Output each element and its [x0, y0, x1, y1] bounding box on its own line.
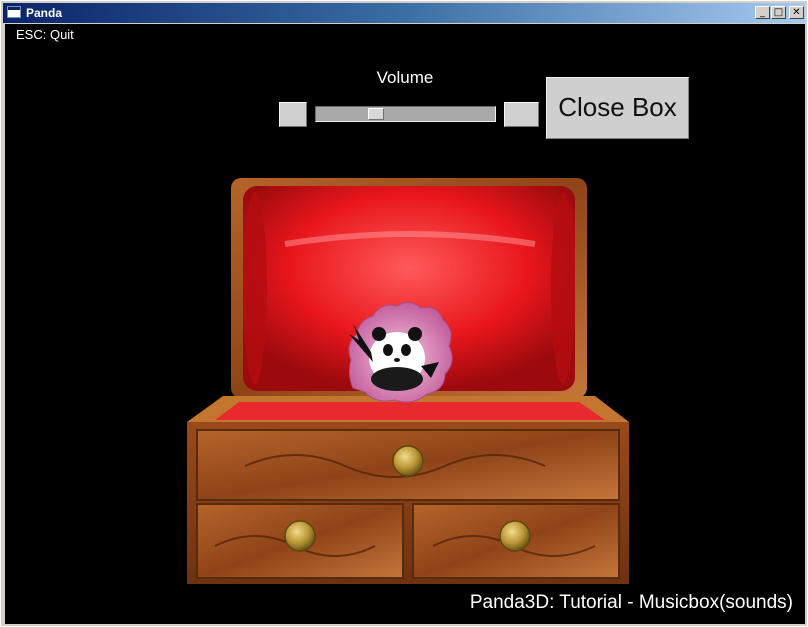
- volume-slider[interactable]: [315, 106, 496, 122]
- volume-label: Volume: [376, 68, 434, 87]
- minimize-button[interactable]: _: [755, 6, 770, 19]
- top-drawer-knob: [392, 445, 424, 477]
- tutorial-caption: Panda3D: Tutorial - Musicbox(sounds): [469, 592, 793, 613]
- render-viewport: ESC: Quit Volume Close Box Panda3D: Tuto…: [5, 24, 805, 624]
- minimize-icon: _: [760, 7, 765, 18]
- box-body: [187, 422, 629, 584]
- maximize-button[interactable]: □: [771, 6, 786, 19]
- volume-decrease-button[interactable]: [279, 102, 307, 127]
- esc-hint: ESC: Quit: [16, 27, 74, 42]
- volume-slider-thumb[interactable]: [368, 108, 384, 120]
- left-drawer-knob: [284, 520, 316, 552]
- right-drawer-knob: [499, 520, 531, 552]
- volume-increase-button[interactable]: [504, 102, 539, 127]
- close-icon: ✕: [792, 7, 801, 18]
- music-box: [187, 178, 629, 584]
- title-bar[interactable]: Panda _ □ ✕: [3, 3, 805, 23]
- window-title: Panda: [26, 6, 63, 20]
- app-window: Panda _ □ ✕ ESC: Quit Volume Close Box P…: [0, 0, 808, 627]
- panda-window-icon: [7, 6, 21, 18]
- close-box-button[interactable]: Close Box: [546, 77, 689, 139]
- maximize-icon: □: [773, 7, 784, 18]
- close-window-button[interactable]: ✕: [789, 6, 804, 19]
